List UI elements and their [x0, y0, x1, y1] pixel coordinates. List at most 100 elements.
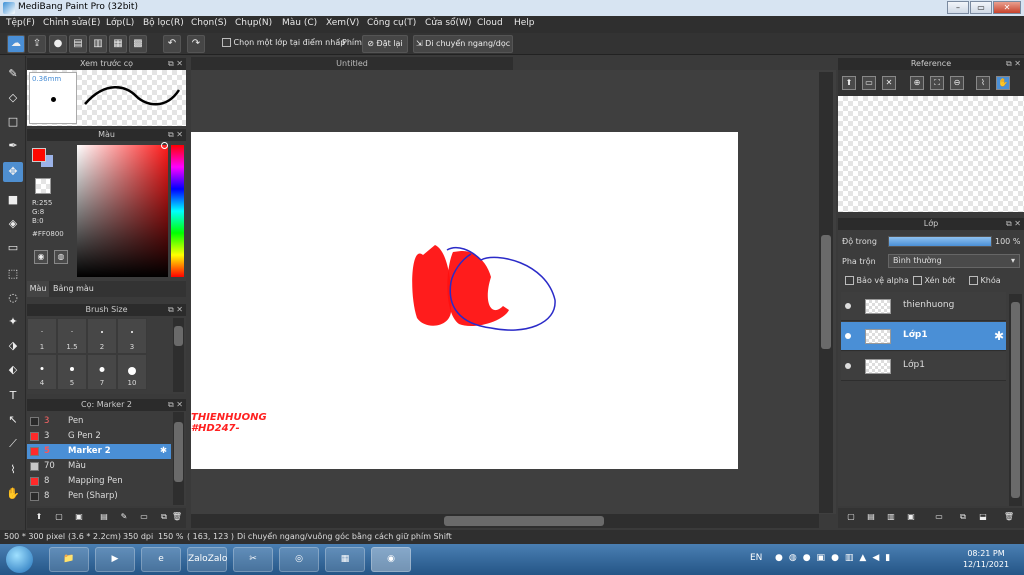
fill-rect-tool-icon[interactable]: ■: [3, 190, 23, 210]
cloud-icon[interactable]: ☁: [7, 35, 25, 53]
brush-copy-icon[interactable]: ▤: [97, 511, 111, 525]
brush-list-item[interactable]: 3 G Pen 2: [27, 429, 171, 444]
hue-slider[interactable]: [171, 145, 184, 277]
menu-filter[interactable]: Bộ lọc(R): [143, 18, 184, 28]
brush-list-item[interactable]: 3 Pen: [27, 414, 171, 429]
tab-palette[interactable]: Bảng màu: [53, 281, 94, 297]
brush-size-cell[interactable]: 1: [27, 318, 57, 354]
menu-select[interactable]: Chọn(S): [191, 18, 227, 28]
media-player-icon[interactable]: ▶: [95, 547, 135, 572]
clipping-checkbox[interactable]: Xén bớt: [913, 276, 955, 285]
brush-edit-icon[interactable]: ✎: [117, 511, 131, 525]
brush-list-item[interactable]: 8 Mapping Pen: [27, 474, 171, 489]
eye-icon[interactable]: [845, 303, 851, 309]
speech-icon[interactable]: ▤: [69, 35, 87, 53]
eyedropper-tool-icon[interactable]: ⌇: [3, 460, 23, 480]
color-picker-cursor[interactable]: [161, 142, 168, 149]
menu-tools[interactable]: Công cụ(T): [367, 18, 416, 28]
document-icon[interactable]: ▥: [89, 35, 107, 53]
hand-icon[interactable]: ✋: [996, 76, 1010, 90]
brush-tool-icon[interactable]: ✎: [3, 64, 23, 84]
magic-wand-tool-icon[interactable]: ✦: [3, 312, 23, 332]
tab-color[interactable]: Màu: [27, 281, 49, 297]
grid-icon[interactable]: ▩: [129, 35, 147, 53]
eraser-tool-icon[interactable]: ◇: [3, 88, 23, 108]
folder-icon[interactable]: ▭: [137, 511, 151, 525]
canvas-paper[interactable]: THIENHUONG #HD247-: [191, 132, 738, 469]
checkbox[interactable]: [913, 276, 922, 285]
bucket-tool-icon[interactable]: ◈: [3, 214, 23, 234]
select-pen-tool-icon[interactable]: ⬗: [3, 336, 23, 356]
brush-size-cell[interactable]: 1.5: [57, 318, 87, 354]
comment-icon[interactable]: ●: [49, 35, 67, 53]
palette-icon[interactable]: ◉: [34, 250, 48, 264]
eyedropper-icon[interactable]: ⌇: [976, 76, 990, 90]
share-icon[interactable]: ⇪: [28, 35, 46, 53]
checkbox[interactable]: [845, 276, 854, 285]
brush-list-scrollbar[interactable]: [173, 412, 184, 505]
brush-list-item[interactable]: 5 Marker 2 ✱: [27, 444, 171, 459]
add-brush-icon[interactable]: ⬆: [32, 511, 46, 525]
explorer-icon[interactable]: 📁: [49, 547, 89, 572]
select-eraser-tool-icon[interactable]: ⬖: [3, 360, 23, 380]
panel-icon[interactable]: ▦: [109, 35, 127, 53]
folder-open-icon[interactable]: ▭: [862, 76, 876, 90]
operation-tool-icon[interactable]: ↖: [3, 410, 23, 430]
blend-mode-select[interactable]: Bình thường ▾: [888, 254, 1020, 268]
panel-controls-icon[interactable]: ⧉ ✕: [168, 129, 183, 141]
menu-layer[interactable]: Lớp(L): [106, 18, 134, 28]
eyedropper-icon[interactable]: ◍: [54, 250, 68, 264]
layer-row[interactable]: Lớp1: [841, 352, 1006, 381]
pen-tool-icon[interactable]: ✒: [3, 136, 23, 156]
duplicate-icon[interactable]: ⧉: [157, 511, 171, 525]
layer-row[interactable]: Lớp1 ✱: [841, 322, 1006, 351]
lock-checkbox[interactable]: Khóa: [969, 276, 1001, 285]
language-indicator[interactable]: EN: [750, 553, 762, 563]
layer-list-scrollbar[interactable]: [1009, 294, 1022, 506]
redo-icon[interactable]: ↷: [187, 35, 205, 53]
layer-menu-icon[interactable]: ▣: [904, 511, 918, 525]
brush-list-item[interactable]: 70 Màu: [27, 459, 171, 474]
trash-icon[interactable]: 🗑: [1002, 511, 1016, 525]
menu-snap[interactable]: Chụp(N): [235, 18, 272, 28]
ie-icon[interactable]: e: [141, 547, 181, 572]
brush-size-cell[interactable]: 4: [27, 354, 57, 390]
menu-window[interactable]: Cửa sổ(W): [425, 18, 471, 28]
hand-tool-icon[interactable]: ✋: [3, 484, 23, 504]
canvas-vscrollbar[interactable]: [819, 72, 833, 513]
gear-icon[interactable]: ✱: [160, 444, 167, 459]
text-tool-icon[interactable]: T: [3, 386, 23, 406]
brush-menu-icon[interactable]: ▣: [72, 511, 86, 525]
move-hv-button[interactable]: ⇲ Di chuyển ngang/dọc: [413, 35, 513, 53]
transparent-swatch[interactable]: [35, 178, 51, 194]
layer-row[interactable]: thienhuong: [841, 292, 1006, 321]
brush-size-scrollbar[interactable]: [173, 318, 184, 392]
brush-size-cell[interactable]: 3: [117, 318, 147, 354]
menu-file[interactable]: Tệp(F): [6, 18, 35, 28]
snipping-icon[interactable]: ✂: [233, 547, 273, 572]
document-tab[interactable]: Untitled: [191, 57, 513, 70]
panel-controls-icon[interactable]: ⧉ ✕: [1006, 58, 1021, 70]
checkbox[interactable]: [222, 38, 231, 47]
clock[interactable]: 08:21 PM 12/11/2021: [956, 548, 1016, 570]
opacity-slider[interactable]: [888, 236, 992, 247]
zalo-icon[interactable]: ZaloZalo: [187, 547, 227, 572]
trash-icon[interactable]: 🗑: [170, 511, 184, 525]
duplicate-icon[interactable]: ⧉: [956, 511, 970, 525]
merge-icon[interactable]: ⬓: [976, 511, 990, 525]
close-button[interactable]: ✕: [993, 1, 1021, 14]
maximize-button[interactable]: ▭: [970, 1, 992, 14]
select-layer-checkbox[interactable]: Chọn một lớp tại điểm nhấp: [222, 38, 345, 47]
panel-controls-icon[interactable]: ⧉ ✕: [168, 399, 183, 411]
panel-controls-icon[interactable]: ⧉ ✕: [168, 58, 183, 70]
medibang-icon[interactable]: ◉: [371, 547, 411, 572]
folder-icon[interactable]: ▭: [932, 511, 946, 525]
zoom-in-icon[interactable]: ⊕: [910, 76, 924, 90]
checkbox[interactable]: [969, 276, 978, 285]
panel-controls-icon[interactable]: ⧉ ✕: [168, 304, 183, 316]
brush-size-cell[interactable]: 2: [87, 318, 117, 354]
menu-edit[interactable]: Chỉnh sửa(E): [43, 18, 100, 28]
menu-color[interactable]: Màu (C): [282, 18, 317, 28]
new-layer-icon[interactable]: ▢: [844, 511, 858, 525]
eye-icon[interactable]: [845, 333, 851, 339]
